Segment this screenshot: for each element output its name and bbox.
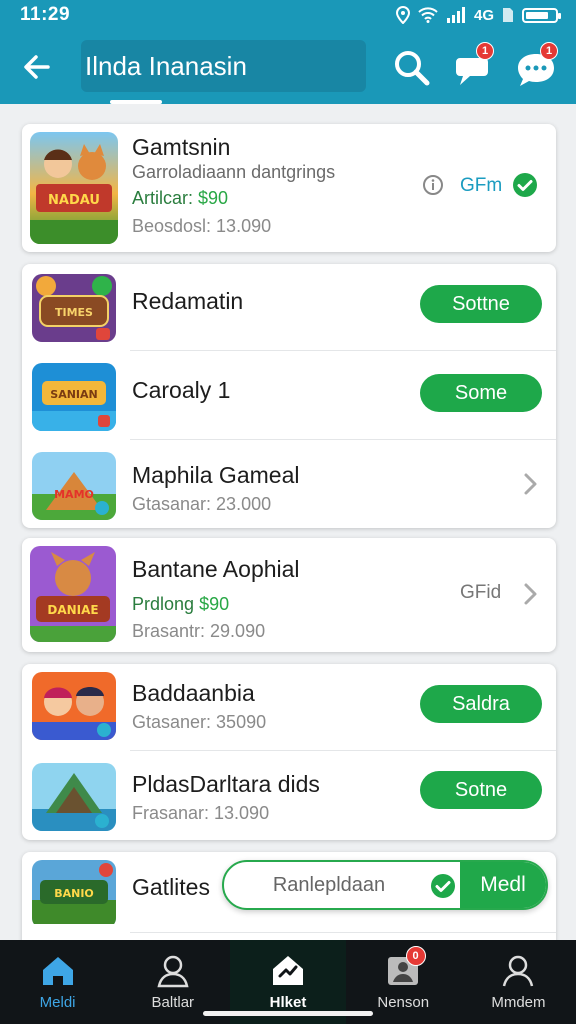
svg-text:MAMO: MAMO	[54, 488, 94, 501]
price-value: $90	[198, 188, 229, 208]
list-card-1b: DANIAE Bantane Aophial Prdlong $90 Brasa…	[22, 538, 556, 652]
item-thumbnail: BANIO	[32, 860, 116, 928]
list-item[interactable]: MAMO Maphila Gameal Gtasanar: 23.000	[22, 440, 556, 528]
game-art-icon: BANIO	[32, 860, 116, 924]
price-label: Prdlong	[132, 594, 195, 614]
list-item[interactable]: SANIAN Caroaly 1 Some	[22, 351, 556, 439]
messages-badge: 1	[540, 42, 558, 60]
game-art-icon: TIMES	[32, 274, 116, 342]
price-value: $90	[199, 594, 230, 614]
item-title: Caroaly 1	[132, 377, 231, 403]
list-item[interactable]: PldasDarltara dids Frasanar: 13.090 Sotn…	[22, 751, 556, 840]
nav-label: Baltlar	[151, 994, 195, 1011]
item-action-button[interactable]: Sottne	[420, 285, 542, 323]
featured-status-label: GFm	[460, 175, 503, 196]
sim-icon	[503, 8, 513, 22]
item-meta: Brasantr: 29.090	[132, 621, 266, 641]
home-icon	[42, 957, 73, 985]
search-icon[interactable]	[390, 46, 434, 90]
info-icon[interactable]	[422, 174, 444, 196]
featured-price: Artilcar: $90	[132, 188, 228, 209]
featured-card[interactable]: NADAU Gamtsnin Garroladiaann dantgrings …	[22, 124, 556, 252]
item-thumbnail	[32, 672, 116, 740]
signal-icon	[446, 7, 465, 23]
home-indicator[interactable]	[203, 1011, 373, 1016]
item-title: Redamatin	[132, 288, 244, 314]
featured-thumbnail: NADAU	[30, 132, 118, 244]
nav-label: Hlket	[269, 994, 307, 1011]
svg-text:DANIAE: DANIAE	[47, 603, 98, 617]
nav-label: Mmdem	[491, 994, 546, 1011]
game-art-icon: SANIAN	[32, 363, 116, 431]
tab-indicator	[110, 100, 162, 104]
game-art-icon: MAMO	[32, 452, 116, 520]
battery-icon	[522, 7, 561, 23]
featured-subtitle: Garroladiaann dantgrings	[132, 162, 336, 182]
nav-label: Meldi	[39, 994, 76, 1011]
svg-text:TIMES: TIMES	[55, 306, 93, 319]
list-item[interactable]: Baddaanbia Gtasaner: 35090 Saldra	[22, 664, 556, 750]
nav-label: Nenson	[377, 994, 430, 1011]
svg-text:SANIAN: SANIAN	[50, 388, 97, 401]
wifi-icon	[418, 7, 438, 23]
system-icons: 4G	[395, 6, 561, 24]
profile-icon	[503, 955, 534, 987]
item-meta: Frasanar: 13.090	[132, 803, 270, 823]
messages-button[interactable]: 1	[514, 42, 558, 90]
featured-title: Gamtsnin	[132, 134, 231, 160]
search-input-value: Ilnda Inanasin	[85, 50, 247, 81]
item-meta: Gtasaner: 35090	[132, 712, 267, 732]
item-thumbnail: TIMES	[32, 274, 116, 342]
search-input[interactable]: Ilnda Inanasin	[81, 40, 366, 92]
item-title: Baddaanbia	[132, 680, 255, 706]
list-item[interactable]: DANIAE Bantane Aophial Prdlong $90 Brasa…	[22, 538, 556, 652]
item-title: Maphila Gameal	[132, 462, 300, 488]
item-action-button[interactable]: Sotne	[420, 771, 542, 809]
location-icon	[395, 6, 410, 24]
top-app-bar: Ilnda Inanasin 1 1	[0, 30, 576, 104]
back-arrow-icon[interactable]	[18, 47, 58, 87]
item-thumbnail: SANIAN	[32, 363, 116, 431]
item-action-button[interactable]: Saldra	[420, 685, 542, 723]
game-art-icon: NADAU	[30, 132, 118, 244]
list-item[interactable]: TIMES Redamatin Sottne	[22, 264, 556, 350]
network-type: 4G	[473, 6, 494, 24]
chat-badge: 1	[476, 42, 494, 60]
item-action-button[interactable]: Some	[420, 374, 542, 412]
item-meta: Gtasanar: 23.000	[132, 494, 272, 514]
item-thumbnail: MAMO	[32, 452, 116, 520]
game-house-icon	[273, 956, 303, 985]
check-circle-icon	[431, 874, 455, 898]
item-price: Prdlong $90	[132, 594, 229, 615]
nav-item-home[interactable]: Meldi	[0, 940, 115, 1024]
list-card-2: Baddaanbia Gtasaner: 35090 Saldra PldasD…	[22, 664, 556, 840]
item-title: PldasDarltara dids	[132, 771, 320, 797]
person-outline-icon	[157, 955, 189, 988]
featured-meta: Beosdosl: 13.090	[132, 216, 272, 236]
svg-text:BANIO: BANIO	[54, 887, 94, 900]
chevron-right-icon[interactable]	[522, 582, 538, 606]
chat-button[interactable]: 1	[452, 42, 496, 90]
floating-right-button[interactable]: Medl	[460, 862, 546, 908]
status-time: 11:29	[20, 4, 71, 25]
floating-action-toggle[interactable]: Ranlepldaan Medl	[222, 860, 548, 910]
game-art-icon	[32, 672, 116, 740]
game-art-icon	[32, 763, 116, 831]
svg-text:NADAU: NADAU	[48, 193, 100, 208]
status-bar: 11:29 4G	[0, 0, 576, 30]
divider	[130, 932, 556, 933]
game-art-icon: DANIAE	[30, 546, 116, 642]
nav-badge: 0	[405, 946, 426, 966]
check-circle-icon	[513, 173, 537, 197]
item-side-label: GFid	[460, 582, 502, 603]
list-card-1: TIMES Redamatin Sottne SANIAN Caroaly 1 …	[22, 264, 556, 528]
nav-item-5[interactable]: Mmdem	[461, 940, 576, 1024]
chevron-right-icon[interactable]	[522, 472, 538, 496]
item-thumbnail	[32, 763, 116, 831]
item-title: Gatlites	[132, 874, 210, 900]
item-thumbnail: DANIAE	[30, 546, 116, 642]
item-title: Bantane Aophial	[132, 556, 300, 582]
floating-left-label[interactable]: Ranlepldaan	[224, 862, 434, 908]
price-label: Artilcar:	[132, 188, 194, 208]
